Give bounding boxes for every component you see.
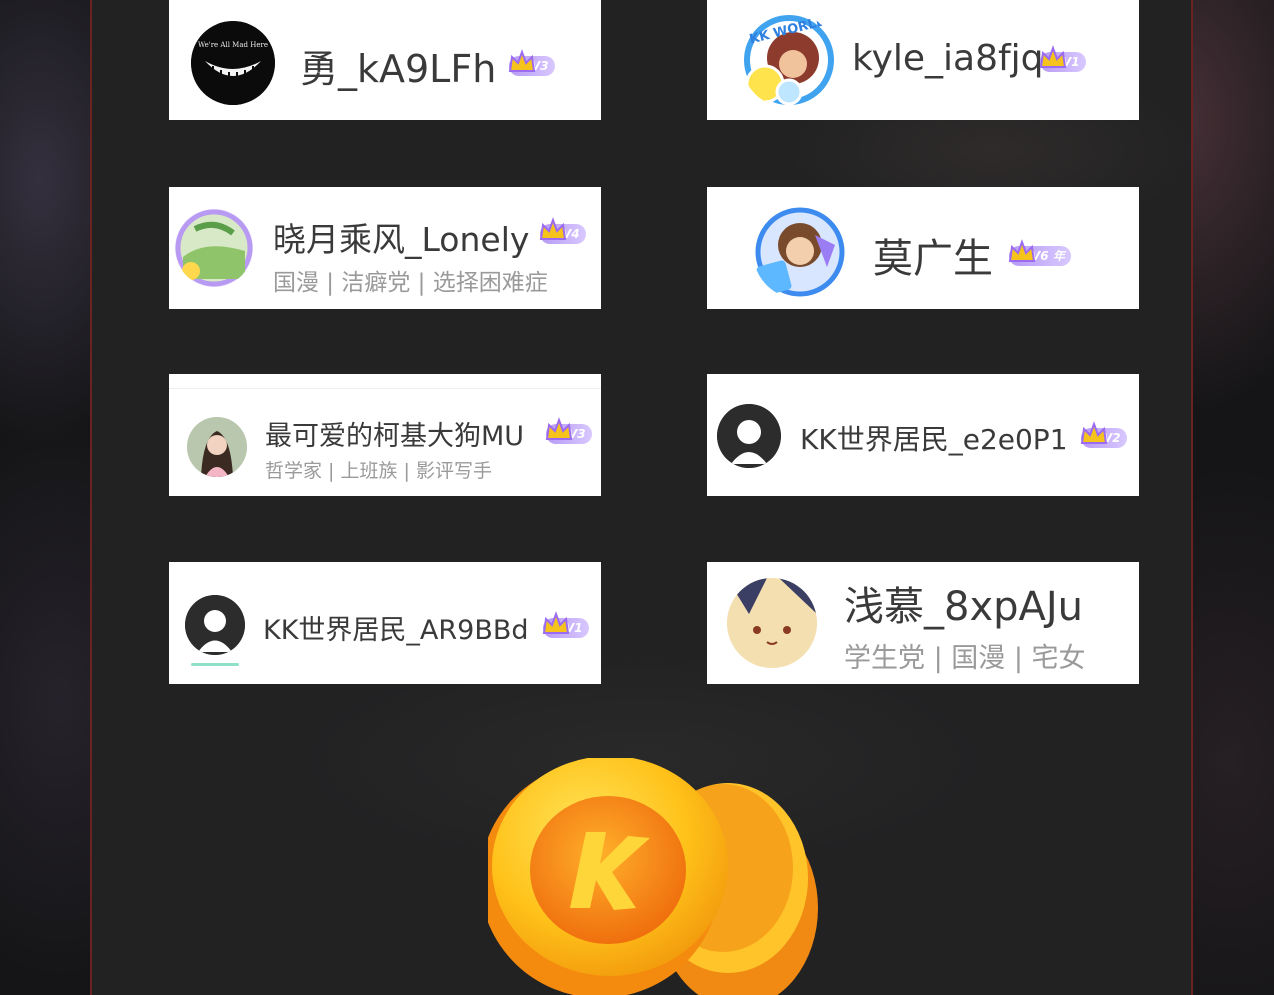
vip-badge: V3 [545, 417, 592, 444]
cat-avatar-art [727, 578, 817, 668]
user-card-3[interactable]: 晓月乘风_Lonely V4 国漫 | 洁癖党 | 选择困难症 [169, 187, 601, 309]
landscape-avatar-art [175, 209, 253, 287]
avatar-kk-world[interactable]: KK WORLD [741, 12, 837, 108]
user-card-5[interactable]: 最可爱的柯基大狗MU V3 哲学家 | 上班族 | 影评写手 [169, 374, 601, 496]
username[interactable]: 莫广生 [873, 226, 993, 284]
username[interactable]: kyle_ia8fjq [852, 38, 1044, 79]
crown-icon [542, 611, 570, 634]
avatar-cat[interactable] [727, 578, 817, 668]
avatar-landscape[interactable] [175, 209, 253, 287]
vip-badge: V6 年 [1008, 239, 1071, 266]
smile-avatar-art: We're All Mad Here [191, 21, 275, 105]
avatar-default[interactable] [717, 404, 781, 468]
user-card-7[interactable]: KK世界居民_AR9BBd V1 [169, 562, 601, 684]
anime-boy-avatar-art [755, 207, 845, 297]
user-card-2[interactable]: KK WORLD kyle_ia8fjq V1 [707, 0, 1139, 120]
username[interactable]: 晓月乘风_Lonely [273, 213, 529, 261]
coin-icon: K [480, 756, 818, 995]
user-tags: 哲学家 | 上班族 | 影评写手 [265, 460, 492, 482]
user-card-1[interactable]: We're All Mad Here 勇_kA9LFh V3 [169, 0, 601, 120]
vip-badge: V3 [508, 49, 555, 76]
avatar-girl-photo[interactable] [187, 417, 247, 477]
username[interactable]: 浅慕_8xpAJu [844, 574, 1083, 632]
avatar-default[interactable] [185, 595, 245, 655]
crown-icon [508, 49, 536, 72]
smile-logo-text: We're All Mad Here [198, 41, 268, 49]
vip-badge: V4 [539, 217, 586, 244]
username[interactable]: KK世界居民_AR9BBd [263, 608, 529, 647]
user-card-4[interactable]: 莫广生 V6 年 [707, 187, 1139, 309]
vip-badge: V1 [542, 611, 589, 638]
girl-photo-avatar-art [187, 417, 247, 477]
kk-world-avatar-art: KK WORLD [744, 14, 834, 106]
user-card-6[interactable]: KK世界居民_e2e0P1 V2 [707, 374, 1139, 496]
vip-badge: V2 [1080, 421, 1127, 448]
divider [169, 388, 601, 389]
crown-icon [545, 417, 573, 440]
username[interactable]: 勇_kA9LFh [300, 38, 496, 93]
crown-icon [1080, 421, 1108, 444]
crown-icon [1039, 45, 1067, 68]
default-avatar-icon [185, 595, 245, 655]
avatar-anime-boy[interactable] [753, 205, 847, 299]
username[interactable]: 最可爱的柯基大狗MU [265, 414, 524, 453]
k-coin-illustration: K [480, 756, 818, 995]
page-background: We're All Mad Here 勇_kA9LFh V3 KK WORLD [0, 0, 1274, 995]
default-avatar-icon [717, 404, 781, 468]
user-tags: 学生党 | 国漫 | 宅女 [844, 643, 1086, 674]
crown-icon [1008, 239, 1036, 262]
user-tags: 国漫 | 洁癖党 | 选择困难症 [273, 270, 548, 296]
avatar-underline [191, 663, 239, 666]
username[interactable]: KK世界居民_e2e0P1 [800, 418, 1068, 458]
avatar-smile[interactable]: We're All Mad Here [191, 21, 275, 105]
vip-badge: V1 [1039, 45, 1086, 72]
crown-icon [539, 217, 567, 240]
user-card-8[interactable]: 浅慕_8xpAJu 学生党 | 国漫 | 宅女 [707, 562, 1139, 684]
